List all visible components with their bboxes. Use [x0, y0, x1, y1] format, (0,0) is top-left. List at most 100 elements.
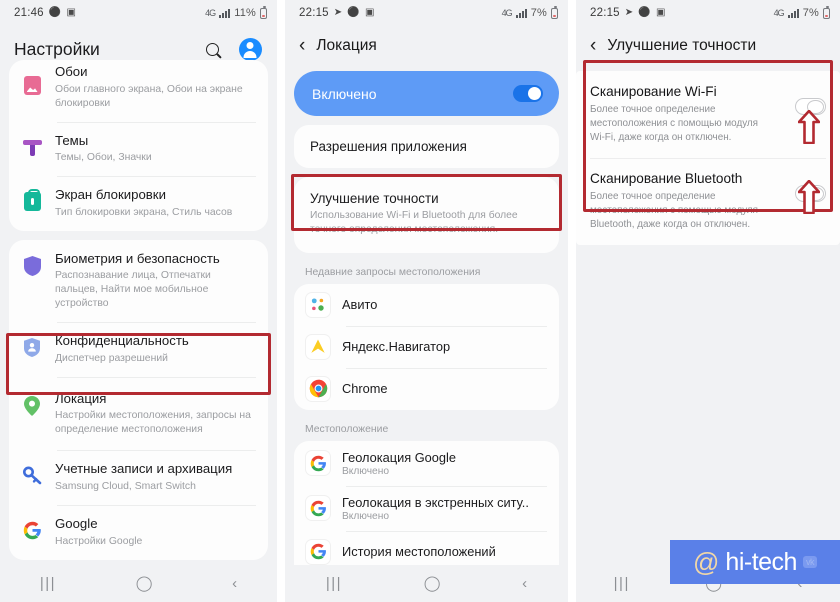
- google-g-icon: [23, 521, 42, 540]
- phone-screen-location: 22:15 ➤ ⚫ ▣ 4G 7% ‹ Локация Включено Раз: [285, 0, 568, 602]
- recent-app-name: Яндекс.Навигатор: [342, 339, 451, 355]
- status-bar-left: 22:15 ➤ ⚫ ▣: [590, 7, 666, 19]
- google-g-icon: [306, 539, 330, 564]
- row-text: Конфиденциальность Диспетчер разрешений: [55, 333, 256, 366]
- back-chevron-icon[interactable]: ‹: [590, 36, 596, 55]
- bluetooth-scanning-row[interactable]: Сканирование Bluetooth Более точное опре…: [576, 158, 840, 245]
- network-sync-icon: 4G: [773, 8, 785, 18]
- row-subtitle: Диспетчер разрешений: [55, 352, 168, 364]
- location-service-status: Включено: [342, 510, 389, 522]
- mute-icon: ⚫: [48, 7, 62, 18]
- battery-percent: 7%: [802, 7, 819, 19]
- improve-accuracy-subtitle: Использование Wi-Fi и Bluetooth для боле…: [310, 210, 518, 235]
- navigation-bar: ||| ◯ ‹: [285, 565, 568, 602]
- location-service-name: История местоположений: [342, 544, 496, 560]
- nav-recents-button[interactable]: |||: [40, 576, 56, 591]
- location-service-row[interactable]: Геолокация в экстренных ситу.. Включено: [294, 485, 559, 531]
- settings-list[interactable]: Обои Обои главного экрана, Обои на экран…: [0, 60, 277, 602]
- row-text: Экран блокировки Тип блокировки экрана, …: [55, 187, 256, 220]
- row-subtitle: Настройки Google: [55, 535, 143, 547]
- bluetooth-scanning-toggle[interactable]: [795, 185, 826, 203]
- wallpaper-icon: [23, 76, 41, 95]
- settings-row-biometrics[interactable]: Биометрия и безопасность Распознавание л…: [9, 240, 268, 323]
- location-master-toggle[interactable]: Включено: [294, 71, 559, 116]
- recent-app-row[interactable]: Яндекс.Навигатор: [294, 325, 559, 368]
- phone-screen-settings: 21:46 ⚫ ▣ 4G 11% Настройки Обои Обои гла…: [0, 0, 277, 602]
- mute-icon: ⚫: [347, 7, 361, 18]
- row-title: Экран блокировки: [55, 187, 166, 203]
- battery-icon: [823, 5, 830, 19]
- nav-recents-button[interactable]: |||: [614, 576, 630, 591]
- bluetooth-scanning-subtitle: Более точное определение местоположения …: [590, 191, 759, 231]
- nav-recents-button[interactable]: |||: [326, 576, 342, 591]
- row-icon: [19, 391, 45, 416]
- nav-home-button[interactable]: ◯: [136, 576, 153, 591]
- privacy-shield-icon: [23, 338, 41, 358]
- row-icon: [19, 333, 45, 358]
- nav-back-button[interactable]: ‹: [232, 576, 237, 591]
- toggle-switch-on[interactable]: [513, 85, 543, 102]
- row-subtitle: Распознавание лица, Отпечатки пальцев, Н…: [55, 270, 211, 310]
- location-pin-icon: [23, 395, 41, 416]
- search-button[interactable]: [199, 36, 225, 62]
- location-service-name: Геолокация в экстренных ситу..: [342, 494, 529, 510]
- panel-divider: [277, 0, 285, 602]
- telegram-icon: ➤: [333, 7, 343, 18]
- key-icon: [22, 466, 42, 485]
- improve-accuracy-title: Улучшение точности: [310, 191, 439, 206]
- status-bar-left: 22:15 ➤ ⚫ ▣: [299, 7, 375, 19]
- wifi-scanning-toggle[interactable]: [795, 98, 826, 115]
- nav-home-button[interactable]: ◯: [424, 576, 441, 591]
- screenshot-icon: ▣: [365, 7, 375, 18]
- bluetooth-scanning-text: Сканирование Bluetooth Более точное опре…: [590, 171, 785, 232]
- themes-icon: [22, 138, 42, 157]
- app-permissions-row[interactable]: Разрешения приложения: [294, 125, 559, 168]
- recent-app-row[interactable]: Авито: [294, 284, 559, 326]
- battery-percent: 11%: [234, 7, 256, 19]
- status-time: 22:15: [299, 7, 329, 19]
- row-title: Обои: [55, 64, 88, 79]
- signal-icon: [787, 8, 799, 18]
- settings-row-lock-screen[interactable]: Экран блокировки Тип блокировки экрана, …: [9, 176, 268, 231]
- nav-back-button[interactable]: ‹: [522, 576, 527, 591]
- settings-row-accounts[interactable]: Учетные записи и архивация Samsung Cloud…: [9, 450, 268, 505]
- back-chevron-icon[interactable]: ‹: [299, 36, 305, 55]
- page-title: Локация: [316, 36, 377, 54]
- google-g-icon: [306, 496, 330, 521]
- settings-row-google[interactable]: Google Настройки Google: [9, 505, 268, 560]
- wifi-scanning-row[interactable]: Сканирование Wi-Fi Более точное определе…: [576, 71, 840, 158]
- location-services-header: Местоположение: [305, 423, 389, 435]
- wifi-scanning-title: Сканирование Wi-Fi: [590, 84, 717, 99]
- location-service-row[interactable]: Геолокация Google Включено: [294, 441, 559, 486]
- settings-row-wallpaper[interactable]: Обои Обои главного экрана, Обои на экран…: [9, 60, 268, 122]
- recent-app-row[interactable]: Chrome: [294, 367, 559, 410]
- location-service-name: Геолокация Google: [342, 449, 456, 465]
- screenshot-stage: 21:46 ⚫ ▣ 4G 11% Настройки Обои Обои гла…: [0, 0, 840, 602]
- settings-group-security: Биометрия и безопасность Распознавание л…: [9, 239, 268, 560]
- row-text: Локация Настройки местоположения, запрос…: [55, 391, 256, 438]
- google-g-icon: [306, 451, 330, 476]
- account-button[interactable]: [237, 36, 263, 62]
- recent-app-name: Авито: [342, 297, 378, 313]
- location-service-text: Геолокация в экстренных ситу.. Включено: [342, 495, 547, 522]
- status-time: 21:46: [14, 7, 44, 19]
- bluetooth-scanning-title: Сканирование Bluetooth: [590, 171, 743, 187]
- wifi-scanning-text: Сканирование Wi-Fi Более точное определе…: [590, 84, 785, 145]
- settings-group-personalization: Обои Обои главного экрана, Обои на экран…: [9, 60, 268, 231]
- recent-app-name: Chrome: [342, 381, 388, 397]
- settings-row-location[interactable]: Локация Настройки местоположения, запрос…: [9, 376, 268, 451]
- settings-row-privacy[interactable]: Конфиденциальность Диспетчер разрешений: [9, 322, 268, 377]
- lock-screen-icon: [23, 189, 41, 212]
- improve-accuracy-row[interactable]: Улучшение точности Использование Wi-Fi и…: [294, 177, 559, 253]
- row-title: Конфиденциальность: [55, 333, 189, 349]
- telegram-icon: ➤: [624, 7, 634, 18]
- row-icon: [19, 461, 45, 485]
- row-title: Google: [55, 516, 98, 532]
- row-subtitle: Обои главного экрана, Обои на экране бло…: [55, 83, 243, 109]
- battery-icon: [551, 5, 558, 19]
- battery-percent: 7%: [530, 7, 547, 19]
- status-bar-right: 4G 7%: [773, 5, 830, 19]
- settings-row-themes[interactable]: Темы Темы, Обои, Значки: [9, 121, 268, 177]
- location-list[interactable]: Включено Разрешения приложения Улучшение…: [285, 71, 568, 602]
- yandex-navigator-icon: [306, 334, 330, 359]
